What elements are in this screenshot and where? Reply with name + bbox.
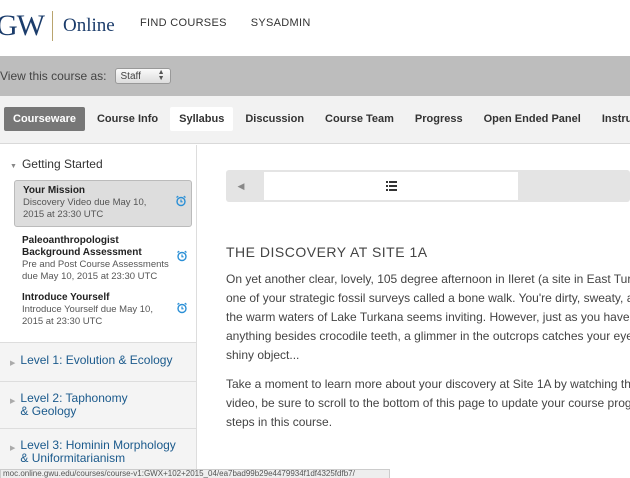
view-as-select[interactable]: Staff ▲ ▼ xyxy=(114,68,171,84)
lesson-introduce-yourself[interactable]: Introduce Yourself Introduce Yourself du… xyxy=(14,288,192,333)
chapter-title: Level 2: Taphonomy & Geology xyxy=(20,392,127,418)
lesson-title-line2: Background Assessment xyxy=(22,247,142,258)
alarm-clock-icon xyxy=(177,302,187,314)
lesson-due-time: 2015 at 23:30 UTC xyxy=(22,316,103,327)
paragraph-line: On yet another clear, lovely, 105 degree… xyxy=(226,272,630,286)
paragraph-line: the warm waters of Lake Turkana seems in… xyxy=(226,310,630,324)
chapter-title: Level 1: Evolution & Ecology xyxy=(20,354,172,367)
browser-status-url: moc.online.gwu.edu/courses/course-v1:GWX… xyxy=(0,469,390,478)
chapter-title: Getting Started xyxy=(21,157,103,171)
lesson-title: Introduce Yourself xyxy=(22,292,110,303)
instructions-paragraph: Take a moment to learn more about your d… xyxy=(226,375,630,432)
tab-courseware[interactable]: Courseware xyxy=(4,107,85,131)
lesson-due-time: due May 10, 2015 at 23:30 UTC xyxy=(22,271,158,282)
paragraph-line: Take a moment to learn more about your d… xyxy=(226,377,630,391)
site-header: GW Online FIND COURSES SYSADMIN xyxy=(0,0,630,56)
gw-online-logo[interactable]: GW Online xyxy=(0,8,115,44)
course-tabs: Courseware Course Info Syllabus Discussi… xyxy=(4,107,630,131)
alarm-clock-icon xyxy=(176,195,186,207)
list-icon xyxy=(385,181,397,191)
paragraph-line: anything besides crocodile teeth, a glim… xyxy=(226,329,630,343)
tab-open-ended-panel[interactable]: Open Ended Panel xyxy=(475,107,590,131)
logo-divider xyxy=(51,11,53,41)
paragraph-line: steps in this course. xyxy=(226,415,333,429)
course-navigation: ▼ Getting Started Your Mission Discovery … xyxy=(0,145,197,478)
lesson-due: Introduce Yourself due May 10, xyxy=(22,304,153,315)
tab-syllabus[interactable]: Syllabus xyxy=(170,107,234,131)
tab-course-info[interactable]: Course Info xyxy=(88,107,167,131)
tab-discussion[interactable]: Discussion xyxy=(236,107,313,131)
view-as-bar: View this course as: Staff ▲ ▼ xyxy=(0,56,630,96)
chapter-title-line2: & Geology xyxy=(20,404,77,418)
expanded-triangle-icon: ▼ xyxy=(10,163,17,170)
previous-unit-button[interactable]: ◀ xyxy=(226,170,256,202)
alarm-clock-icon xyxy=(177,250,187,262)
chapter-title-line1: Level 3: Hominin Morphology xyxy=(20,438,176,452)
lesson-due: Discovery Video due May 10, xyxy=(23,197,147,208)
collapsed-triangle-icon: ▶ xyxy=(10,398,16,405)
chapter-title-line1: Level 2: Taphonomy xyxy=(20,391,128,405)
chapter-title-line2: & Uniformitarianism xyxy=(20,451,126,465)
lesson-title: Your Mission xyxy=(23,185,86,196)
collapsed-triangle-icon: ▶ xyxy=(10,360,16,367)
intro-paragraph: On yet another clear, lovely, 105 degree… xyxy=(226,270,630,365)
sequence-nav: ◀ xyxy=(226,170,630,202)
paragraph-line: one of your strategic fossil surveys cal… xyxy=(226,291,630,305)
previous-arrow-icon: ◀ xyxy=(237,180,245,191)
logo-mark: GW xyxy=(0,9,45,42)
tab-instructor[interactable]: Instructor xyxy=(593,107,630,131)
nav-find-courses[interactable]: FIND COURSES xyxy=(140,17,227,29)
lesson-your-mission[interactable]: Your Mission Discovery Video due May 10,… xyxy=(14,180,192,227)
tab-progress[interactable]: Progress xyxy=(406,107,472,131)
view-as-selected: Staff xyxy=(120,70,141,82)
select-arrows-icon: ▲ ▼ xyxy=(157,69,165,82)
unit-title: THE DISCOVERY AT SITE 1A xyxy=(226,244,428,260)
chapter-level-2[interactable]: ▶ Level 2: Taphonomy & Geology xyxy=(0,381,196,428)
chapter-title-line1: Level 1: Evolution & Ecology xyxy=(20,353,173,367)
chapter-getting-started[interactable]: ▼ Getting Started xyxy=(0,145,196,171)
view-as-label: View this course as: xyxy=(0,69,107,83)
lesson-due: Pre and Post Course Assessments xyxy=(22,259,169,270)
chapter-title: Level 3: Hominin Morphology & Uniformitar… xyxy=(20,439,175,465)
lesson-background-assessment[interactable]: Paleoanthropologist Background Assessmen… xyxy=(14,231,192,288)
logo-text: Online xyxy=(62,15,115,36)
paragraph-line: shiny object... xyxy=(226,348,300,362)
tab-course-team[interactable]: Course Team xyxy=(316,107,403,131)
lesson-due-time: 2015 at 23:30 UTC xyxy=(23,209,104,220)
sequence-unit-tab[interactable] xyxy=(260,172,518,200)
chapter-level-1[interactable]: ▶ Level 1: Evolution & Ecology xyxy=(0,342,196,381)
course-tabs-bar: Courseware Course Info Syllabus Discussi… xyxy=(0,96,630,144)
lesson-title: Paleoanthropologist xyxy=(22,235,119,246)
paragraph-line: video, be sure to scroll to the bottom o… xyxy=(226,396,630,410)
collapsed-triangle-icon: ▶ xyxy=(10,445,16,452)
nav-sysadmin[interactable]: SYSADMIN xyxy=(251,17,311,29)
top-nav: FIND COURSES SYSADMIN xyxy=(140,17,311,29)
